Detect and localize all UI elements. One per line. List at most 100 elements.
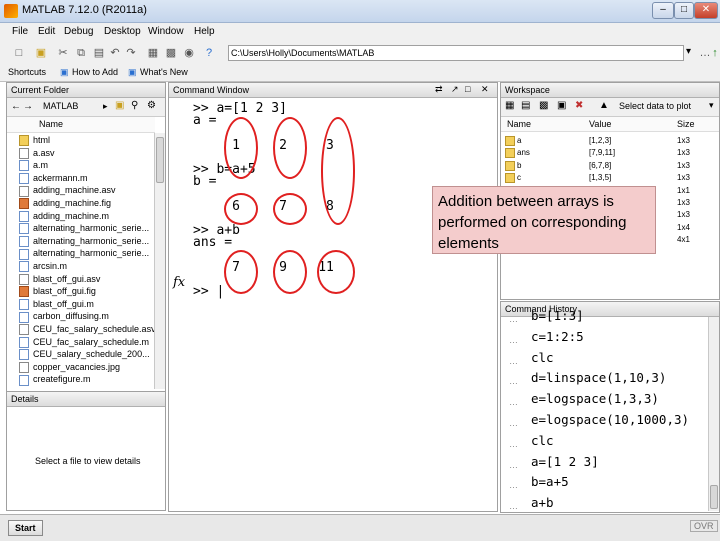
file-name: a.asv xyxy=(33,147,55,158)
command-window-pane[interactable]: Command Window ⇄ ↗ □ ✕ >> a=[1 2 3] a = 1… xyxy=(168,82,498,512)
file-list-item[interactable]: blast_off_gui.asv xyxy=(19,274,100,285)
history-entry[interactable]: clc xyxy=(531,350,554,365)
name-column-header[interactable]: Name xyxy=(39,119,63,129)
history-entry[interactable]: clc xyxy=(531,433,554,448)
open-variable-icon[interactable]: ▤ xyxy=(521,100,530,111)
file-icon xyxy=(19,298,29,310)
file-list-item[interactable]: html xyxy=(19,135,50,147)
file-list-item[interactable]: adding_machine.m xyxy=(19,211,109,222)
file-list-item[interactable]: CEU_salary_schedule_200... xyxy=(19,349,150,361)
file-list-item[interactable]: blast_off_gui.fig xyxy=(19,286,96,298)
maximize-button[interactable]: □ xyxy=(674,2,694,19)
plot-icon[interactable]: ▲ xyxy=(599,100,609,111)
ws-value-header[interactable]: Value xyxy=(589,119,611,129)
undo-icon[interactable]: ↶ xyxy=(108,46,122,60)
folder-scroll-thumb[interactable] xyxy=(156,137,164,183)
workspace-variable-row[interactable]: a [1,2,3] 1x3 xyxy=(505,135,715,146)
whats-new-link[interactable]: What's New xyxy=(140,67,188,77)
open-folder-icon[interactable]: ▣ xyxy=(34,46,48,60)
folder-scrollbar[interactable] xyxy=(154,133,165,389)
undock-icon[interactable]: ↗ xyxy=(451,84,459,95)
file-list-item[interactable]: CEU_fac_salary_schedule.asv xyxy=(19,324,156,336)
shortcuts-label[interactable]: Shortcuts xyxy=(8,67,46,77)
paste-icon[interactable]: ▤ xyxy=(92,46,106,60)
search-icon[interactable]: ⚲ xyxy=(131,100,138,111)
workspace-variable-row[interactable]: ans [7,9,11] 1x3 xyxy=(505,147,715,159)
menu-debug[interactable]: Debug xyxy=(64,26,93,37)
file-list-item[interactable]: a.m xyxy=(19,160,48,172)
close-pane-icon[interactable]: ✕ xyxy=(481,84,489,95)
path-dropdown-icon[interactable]: ▾ xyxy=(686,46,691,57)
menu-file[interactable]: File xyxy=(12,26,28,37)
dock-arrows-icon[interactable]: ⇄ xyxy=(435,84,443,95)
cut-icon[interactable]: ✂ xyxy=(56,46,70,60)
file-list-item[interactable]: blast_off_gui.m xyxy=(19,299,94,310)
file-icon xyxy=(19,248,29,260)
file-list-item[interactable]: ackermann.m xyxy=(19,173,88,184)
redo-icon[interactable]: ↷ xyxy=(124,46,138,60)
history-tree-connector: … xyxy=(509,397,518,408)
file-list-item[interactable]: createfigure.m xyxy=(19,374,91,386)
file-list-item[interactable]: alternating_harmonic_serie... xyxy=(19,248,149,260)
file-name: copper_vacancies.jpg xyxy=(33,361,121,372)
workspace-variable-row[interactable]: b [6,7,8] 1x3 xyxy=(505,160,715,171)
folder-path-label[interactable]: MATLAB xyxy=(43,101,78,111)
file-list-item[interactable]: adding_machine.asv xyxy=(19,185,116,197)
file-list-item[interactable]: alternating_harmonic_serie... xyxy=(19,223,149,235)
file-list-item[interactable]: copper_vacancies.jpg xyxy=(19,362,120,373)
menu-help[interactable]: Help xyxy=(194,26,215,37)
history-entry[interactable]: e=logspace(10,1000,3) xyxy=(531,412,689,427)
history-entry[interactable]: a=[1 2 3] xyxy=(531,454,599,469)
save-icon[interactable]: ▩ xyxy=(539,100,548,111)
simulink-icon[interactable]: ▦ xyxy=(146,46,160,60)
file-list-item[interactable]: a.asv xyxy=(19,148,55,159)
gear-icon[interactable]: ⚙ xyxy=(147,100,156,111)
folder-up-icon[interactable]: ▣ xyxy=(115,100,124,111)
file-icon xyxy=(19,273,29,285)
file-list-item[interactable]: carbon_diffusing.m xyxy=(19,311,109,323)
history-entry[interactable]: e=logspace(1,3,3) xyxy=(531,391,659,406)
history-entry[interactable]: a+b xyxy=(531,495,554,510)
command-window-title: Command Window xyxy=(169,83,497,98)
details-title: Details xyxy=(7,392,165,407)
profiler-icon[interactable]: ◉ xyxy=(182,46,196,60)
current-folder-path-input[interactable]: C:\Users\Holly\Documents\MATLAB xyxy=(228,45,684,61)
plot-selector-arrow-icon[interactable]: ▾ xyxy=(709,100,714,111)
file-list-item[interactable]: CEU_fac_salary_schedule.m xyxy=(19,337,149,348)
history-scrollbar[interactable] xyxy=(708,317,719,511)
minimize-button[interactable]: – xyxy=(652,2,674,19)
minimize-pane-icon[interactable]: □ xyxy=(465,84,470,94)
plot-selector-dropdown[interactable]: Select data to plot xyxy=(619,101,691,111)
workspace-variable-row[interactable]: c [1,3,5] 1x3 xyxy=(505,172,715,184)
history-tree-connector: … xyxy=(509,334,518,345)
how-to-add-link[interactable]: How to Add xyxy=(72,67,118,77)
file-name: adding_machine.m xyxy=(33,210,110,221)
menu-edit[interactable]: Edit xyxy=(38,26,55,37)
path-expand-icon[interactable]: ▸ xyxy=(103,101,108,112)
close-button[interactable]: ✕ xyxy=(694,2,718,19)
new-file-icon[interactable]: □ xyxy=(12,46,26,60)
file-list-item[interactable]: alternating_harmonic_serie... xyxy=(19,236,149,247)
file-list-item[interactable]: adding_machine.fig xyxy=(19,198,111,210)
menu-window[interactable]: Window xyxy=(148,26,184,37)
ws-size-header[interactable]: Size xyxy=(677,119,695,129)
start-button[interactable]: Start xyxy=(8,520,43,536)
help-icon[interactable]: ? xyxy=(202,46,216,60)
history-scroll-thumb[interactable] xyxy=(710,485,718,509)
copy-icon[interactable]: ⧉ xyxy=(74,46,88,60)
delete-icon[interactable]: ✖ xyxy=(575,100,583,111)
ws-name-header[interactable]: Name xyxy=(507,119,531,129)
history-entry[interactable]: b=[1:3] xyxy=(531,308,584,323)
import-icon[interactable]: ▣ xyxy=(557,100,566,111)
history-entry[interactable]: d=linspace(1,10,3) xyxy=(531,370,666,385)
history-entry[interactable]: b=a+5 xyxy=(531,474,569,489)
file-list-item[interactable]: arcsin.m xyxy=(19,261,67,273)
fx-icon[interactable]: fx xyxy=(173,275,185,290)
back-icon[interactable]: ← xyxy=(11,101,21,112)
guide-icon[interactable]: ▩ xyxy=(164,46,178,60)
up-folder-icon[interactable]: ↑ xyxy=(708,46,720,60)
forward-icon[interactable]: → xyxy=(23,101,33,112)
history-entry[interactable]: c=1:2:5 xyxy=(531,329,584,344)
menu-desktop[interactable]: Desktop xyxy=(104,26,141,37)
new-variable-icon[interactable]: ▦ xyxy=(505,100,514,111)
